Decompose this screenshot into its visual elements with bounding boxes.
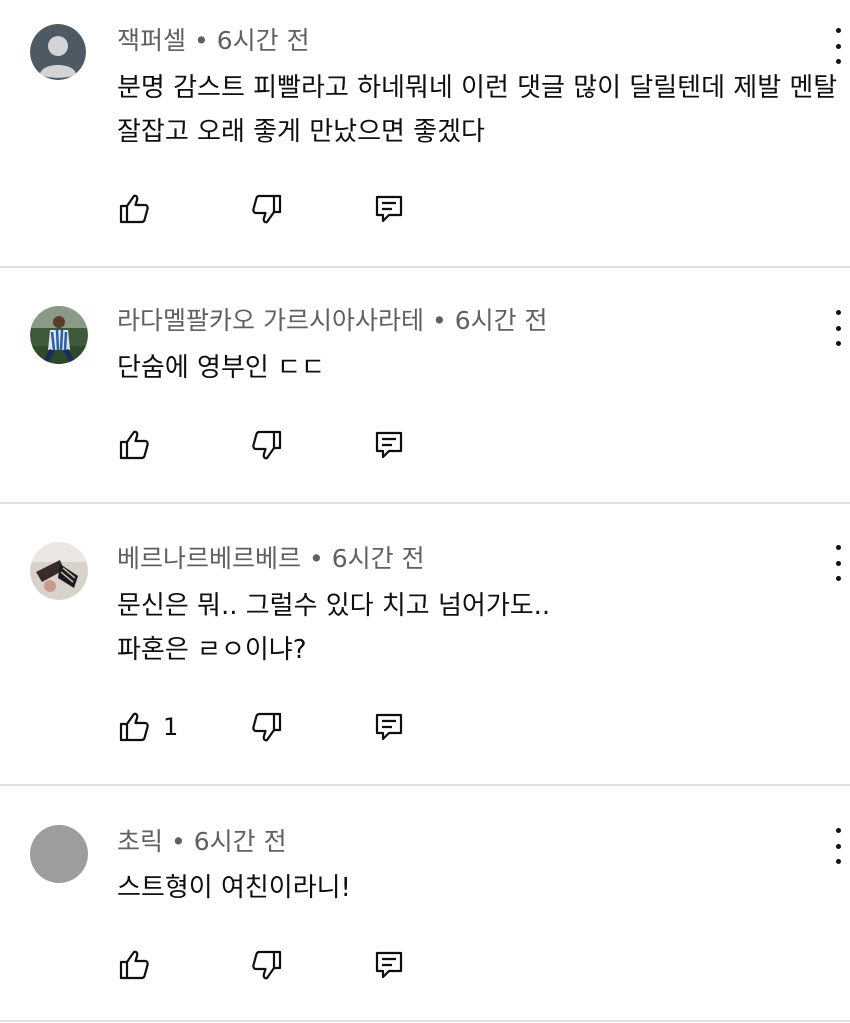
more-options-icon[interactable] [826,28,850,64]
comment-time: 6시간 전 [216,26,310,55]
comment-line: 스트형이 여친이라니! [117,873,351,903]
thumbs-up-icon [119,950,149,980]
like-button[interactable] [117,428,151,462]
avatar-soccer-player-photo[interactable] [30,306,88,364]
comment-actions [117,948,417,982]
divider [0,266,850,268]
divider [0,502,850,504]
comment-line: 잘잡고 오래 좋게 만났으면 좋겠다 [117,117,485,147]
reply-icon [375,713,403,741]
comment-meta: 초릭 • 6시간 전 [117,827,287,857]
author-name[interactable]: 초릭 [117,827,163,856]
reply-icon [375,195,403,223]
comment-meta: 라다멜팔카오 가르시아사라테 • 6시간 전 [117,306,548,336]
divider [0,1020,850,1022]
like-button[interactable]: 1 [117,710,178,744]
dislike-button[interactable] [250,192,284,226]
thumbs-down-icon [252,430,282,460]
separator-dot: • [309,544,324,573]
reply-icon [375,431,403,459]
comment-actions [117,192,417,226]
thumbs-up-icon [119,194,149,224]
author-name[interactable]: 베르나르베르베르 [117,544,301,573]
reply-button[interactable] [372,192,406,226]
thumbs-up-icon [119,712,149,742]
like-button[interactable] [117,192,151,226]
thumbs-down-icon [252,194,282,224]
more-options-icon[interactable] [826,828,850,864]
comment-line: 단숨에 영부인 ㄷㄷ [117,353,325,383]
reply-button[interactable] [372,710,406,744]
thumbs-down-icon [252,950,282,980]
comment-line: 문신은 뭐.. 그럴수 있다 치고 넘어가도.. [117,591,551,621]
like-count: 1 [163,713,179,741]
comment-time: 6시간 전 [193,827,287,856]
comment-text: 문신은 뭐.. 그럴수 있다 치고 넘어가도.. 파혼은 ㄹㅇ이냐? [117,584,842,672]
avatar-photo[interactable] [30,542,88,600]
comment-line: 분명 감스트 피빨라고 하네뭐네 이런 댓글 많이 달릴텐데 제발 멘탈 [117,73,838,103]
thumbs-down-icon [252,712,282,742]
comment-text: 단숨에 영부인 ㄷㄷ [117,346,842,390]
dislike-button[interactable] [250,710,284,744]
comment-time: 6시간 전 [331,544,425,573]
author-name[interactable]: 잭퍼셀 [117,26,186,55]
more-options-icon[interactable] [826,310,850,346]
author-name[interactable]: 라다멜팔카오 가르시아사라테 [117,306,424,335]
like-button[interactable] [117,948,151,982]
avatar-default-icon[interactable] [30,24,86,80]
separator-dot: • [431,306,447,335]
comment-meta: 잭퍼셀 • 6시간 전 [117,26,310,56]
comment-meta: 베르나르베르베르 • 6시간 전 [117,544,425,574]
comment-actions: 1 [117,710,417,744]
comment-actions [117,428,417,462]
separator-dot: • [194,26,209,55]
comment-line: 파혼은 ㄹㅇ이냐? [117,635,307,665]
divider [0,784,850,786]
reply-icon [375,951,403,979]
separator-dot: • [171,827,186,856]
more-options-icon[interactable] [826,545,850,581]
comment-text: 분명 감스트 피빨라고 하네뭐네 이런 댓글 많이 달릴텐데 제발 멘탈 잘잡고… [117,66,842,154]
reply-button[interactable] [372,948,406,982]
thumbs-up-icon [119,430,149,460]
comment-time: 6시간 전 [454,306,548,335]
dislike-button[interactable] [250,948,284,982]
avatar-gray-circle[interactable] [30,825,88,883]
dislike-button[interactable] [250,428,284,462]
reply-button[interactable] [372,428,406,462]
comment-text: 스트형이 여친이라니! [117,866,842,910]
